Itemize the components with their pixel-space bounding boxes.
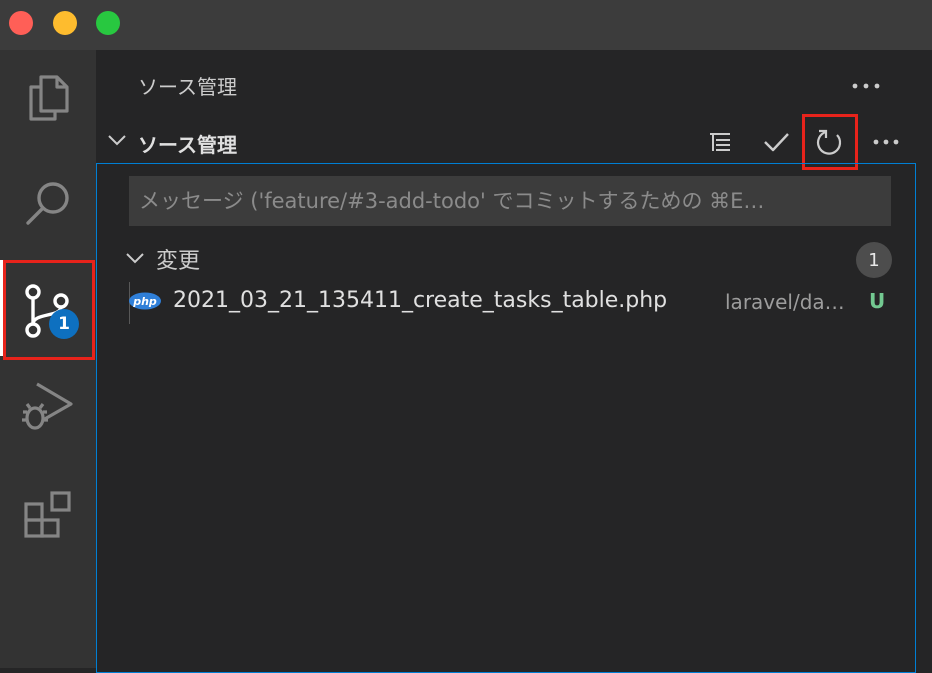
- view-as-tree-button[interactable]: [700, 122, 740, 162]
- search-icon: [26, 182, 69, 225]
- commit-message-input[interactable]: [129, 176, 891, 226]
- svg-text:php: php: [132, 295, 157, 308]
- activity-run-debug[interactable]: [0, 359, 96, 455]
- changes-group-label[interactable]: 変更: [156, 243, 200, 275]
- sidebar-title: ソース管理: [138, 75, 237, 99]
- chevron-down-icon[interactable]: [124, 250, 146, 266]
- file-name: 2021_03_21_135411_create_tasks_table.php: [173, 288, 668, 313]
- activity-extensions[interactable]: [0, 468, 96, 564]
- ellipsis-icon: [873, 139, 899, 145]
- run-debug-icon: [22, 382, 73, 430]
- ellipsis-icon: [852, 83, 880, 89]
- scm-view-focus-border: [96, 163, 916, 673]
- source-control-highlight: [3, 260, 95, 360]
- more-actions-button[interactable]: [866, 122, 906, 162]
- changes-count-badge: 1: [856, 242, 892, 278]
- minimize-window-button[interactable]: [53, 11, 77, 35]
- commit-button[interactable]: [756, 122, 796, 162]
- views-more-actions-button[interactable]: [846, 66, 886, 106]
- activity-search[interactable]: [0, 156, 96, 252]
- file-status-badge: U: [869, 289, 886, 313]
- close-window-button[interactable]: [9, 11, 33, 35]
- php-icon: php: [129, 292, 161, 310]
- maximize-window-button[interactable]: [96, 11, 120, 35]
- check-icon: [764, 133, 789, 152]
- activity-explorer[interactable]: [0, 50, 96, 146]
- scm-section-title: ソース管理: [138, 133, 237, 157]
- title-bar: [0, 0, 932, 50]
- extensions-icon: [24, 491, 71, 538]
- list-tree-icon: [710, 133, 730, 151]
- refresh-highlight: [802, 114, 858, 170]
- chevron-down-icon[interactable]: [106, 132, 128, 148]
- file-path: laravel/da…: [725, 290, 845, 314]
- explorer-icon: [29, 75, 69, 121]
